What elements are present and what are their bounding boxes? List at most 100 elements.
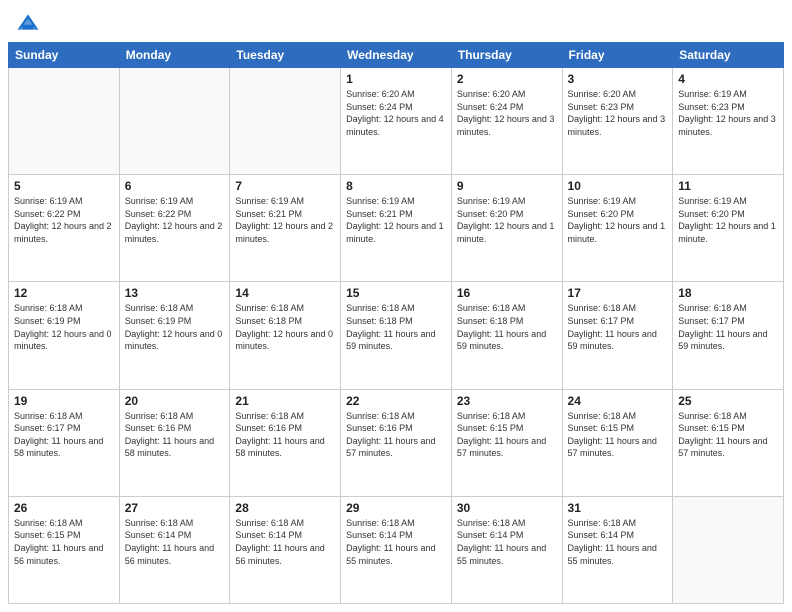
day-cell: 15 Sunrise: 6:18 AM Sunset: 6:18 PM Dayli…: [341, 282, 452, 389]
day-cell: 5 Sunrise: 6:19 AM Sunset: 6:22 PM Daylig…: [9, 175, 120, 282]
day-info: Sunrise: 6:19 AM Sunset: 6:21 PM Dayligh…: [235, 195, 335, 245]
day-info: Sunrise: 6:18 AM Sunset: 6:19 PM Dayligh…: [14, 302, 114, 352]
calendar: SundayMondayTuesdayWednesdayThursdayFrid…: [0, 42, 792, 612]
day-info: Sunrise: 6:18 AM Sunset: 6:15 PM Dayligh…: [457, 410, 557, 460]
day-cell: [119, 68, 230, 175]
day-cell: [230, 68, 341, 175]
day-info: Sunrise: 6:18 AM Sunset: 6:14 PM Dayligh…: [346, 517, 446, 567]
logo-icon: [16, 12, 40, 36]
week-row-0: 1 Sunrise: 6:20 AM Sunset: 6:24 PM Daylig…: [9, 68, 784, 175]
day-info: Sunrise: 6:19 AM Sunset: 6:21 PM Dayligh…: [346, 195, 446, 245]
day-number: 7: [235, 179, 335, 193]
day-number: 30: [457, 501, 557, 515]
day-info: Sunrise: 6:19 AM Sunset: 6:20 PM Dayligh…: [457, 195, 557, 245]
day-cell: 23 Sunrise: 6:18 AM Sunset: 6:15 PM Dayli…: [451, 389, 562, 496]
day-number: 31: [568, 501, 668, 515]
day-cell: 17Sunrise: 6:18 AM Sunset: 6:17 PM Dayli…: [562, 282, 673, 389]
day-number: 10: [568, 179, 668, 193]
day-number: 20: [125, 394, 225, 408]
day-cell: 7 Sunrise: 6:19 AM Sunset: 6:21 PM Daylig…: [230, 175, 341, 282]
day-number: 17: [568, 286, 668, 300]
day-info: Sunrise: 6:18 AM Sunset: 6:17 PM Dayligh…: [678, 302, 778, 352]
weekday-friday: Friday: [562, 43, 673, 68]
calendar-body: 1 Sunrise: 6:20 AM Sunset: 6:24 PM Daylig…: [9, 68, 784, 604]
day-number: 3: [568, 72, 668, 86]
day-cell: 10 Sunrise: 6:19 AM Sunset: 6:20 PM Dayli…: [562, 175, 673, 282]
day-info: Sunrise: 6:18 AM Sunset: 6:15 PM Dayligh…: [568, 410, 668, 460]
day-number: 24: [568, 394, 668, 408]
day-number: 22: [346, 394, 446, 408]
logo: [16, 12, 44, 36]
header: [0, 0, 792, 42]
week-row-3: 19Sunrise: 6:18 AM Sunset: 6:17 PM Dayli…: [9, 389, 784, 496]
day-cell: 9 Sunrise: 6:19 AM Sunset: 6:20 PM Daylig…: [451, 175, 562, 282]
day-number: 15: [346, 286, 446, 300]
day-info: Sunrise: 6:19 AM Sunset: 6:22 PM Dayligh…: [125, 195, 225, 245]
day-info: Sunrise: 6:20 AM Sunset: 6:23 PM Dayligh…: [568, 88, 668, 138]
weekday-wednesday: Wednesday: [341, 43, 452, 68]
day-cell: 13 Sunrise: 6:18 AM Sunset: 6:19 PM Dayli…: [119, 282, 230, 389]
day-cell: 26 Sunrise: 6:18 AM Sunset: 6:15 PM Dayli…: [9, 496, 120, 603]
day-info: Sunrise: 6:18 AM Sunset: 6:15 PM Dayligh…: [14, 517, 114, 567]
day-cell: 30 Sunrise: 6:18 AM Sunset: 6:14 PM Dayli…: [451, 496, 562, 603]
day-cell: 1 Sunrise: 6:20 AM Sunset: 6:24 PM Daylig…: [341, 68, 452, 175]
weekday-sunday: Sunday: [9, 43, 120, 68]
day-cell: 4 Sunrise: 6:19 AM Sunset: 6:23 PM Daylig…: [673, 68, 784, 175]
day-cell: 28 Sunrise: 6:18 AM Sunset: 6:14 PM Dayli…: [230, 496, 341, 603]
week-row-1: 5 Sunrise: 6:19 AM Sunset: 6:22 PM Daylig…: [9, 175, 784, 282]
day-info: Sunrise: 6:19 AM Sunset: 6:20 PM Dayligh…: [678, 195, 778, 245]
weekday-header-row: SundayMondayTuesdayWednesdayThursdayFrid…: [9, 43, 784, 68]
day-info: Sunrise: 6:18 AM Sunset: 6:16 PM Dayligh…: [346, 410, 446, 460]
day-number: 5: [14, 179, 114, 193]
day-info: Sunrise: 6:19 AM Sunset: 6:23 PM Dayligh…: [678, 88, 778, 138]
day-number: 14: [235, 286, 335, 300]
page: SundayMondayTuesdayWednesdayThursdayFrid…: [0, 0, 792, 612]
day-number: 9: [457, 179, 557, 193]
day-info: Sunrise: 6:20 AM Sunset: 6:24 PM Dayligh…: [346, 88, 446, 138]
day-info: Sunrise: 6:18 AM Sunset: 6:14 PM Dayligh…: [125, 517, 225, 567]
day-number: 13: [125, 286, 225, 300]
day-info: Sunrise: 6:18 AM Sunset: 6:14 PM Dayligh…: [568, 517, 668, 567]
weekday-saturday: Saturday: [673, 43, 784, 68]
day-cell: 18 Sunrise: 6:18 AM Sunset: 6:17 PM Dayli…: [673, 282, 784, 389]
day-info: Sunrise: 6:18 AM Sunset: 6:16 PM Dayligh…: [235, 410, 335, 460]
week-row-4: 26 Sunrise: 6:18 AM Sunset: 6:15 PM Dayli…: [9, 496, 784, 603]
day-number: 21: [235, 394, 335, 408]
day-number: 4: [678, 72, 778, 86]
day-cell: 16Sunrise: 6:18 AM Sunset: 6:18 PM Dayli…: [451, 282, 562, 389]
day-cell: 6 Sunrise: 6:19 AM Sunset: 6:22 PM Daylig…: [119, 175, 230, 282]
calendar-header: SundayMondayTuesdayWednesdayThursdayFrid…: [9, 43, 784, 68]
day-info: Sunrise: 6:20 AM Sunset: 6:24 PM Dayligh…: [457, 88, 557, 138]
day-number: 11: [678, 179, 778, 193]
day-info: Sunrise: 6:18 AM Sunset: 6:18 PM Dayligh…: [457, 302, 557, 352]
day-number: 26: [14, 501, 114, 515]
day-number: 19: [14, 394, 114, 408]
day-info: Sunrise: 6:19 AM Sunset: 6:20 PM Dayligh…: [568, 195, 668, 245]
day-cell: 22 Sunrise: 6:18 AM Sunset: 6:16 PM Dayli…: [341, 389, 452, 496]
day-info: Sunrise: 6:18 AM Sunset: 6:18 PM Dayligh…: [346, 302, 446, 352]
day-info: Sunrise: 6:18 AM Sunset: 6:16 PM Dayligh…: [125, 410, 225, 460]
day-number: 2: [457, 72, 557, 86]
day-number: 27: [125, 501, 225, 515]
day-info: Sunrise: 6:18 AM Sunset: 6:14 PM Dayligh…: [235, 517, 335, 567]
day-cell: 27 Sunrise: 6:18 AM Sunset: 6:14 PM Dayli…: [119, 496, 230, 603]
day-cell: 31 Sunrise: 6:18 AM Sunset: 6:14 PM Dayli…: [562, 496, 673, 603]
day-info: Sunrise: 6:18 AM Sunset: 6:18 PM Dayligh…: [235, 302, 335, 352]
day-cell: 25Sunrise: 6:18 AM Sunset: 6:15 PM Dayli…: [673, 389, 784, 496]
day-info: Sunrise: 6:18 AM Sunset: 6:19 PM Dayligh…: [125, 302, 225, 352]
day-cell: 2 Sunrise: 6:20 AM Sunset: 6:24 PM Daylig…: [451, 68, 562, 175]
weekday-monday: Monday: [119, 43, 230, 68]
day-info: Sunrise: 6:19 AM Sunset: 6:22 PM Dayligh…: [14, 195, 114, 245]
day-info: Sunrise: 6:18 AM Sunset: 6:14 PM Dayligh…: [457, 517, 557, 567]
day-cell: 3 Sunrise: 6:20 AM Sunset: 6:23 PM Daylig…: [562, 68, 673, 175]
day-cell: [9, 68, 120, 175]
day-number: 18: [678, 286, 778, 300]
day-number: 1: [346, 72, 446, 86]
day-cell: 29Sunrise: 6:18 AM Sunset: 6:14 PM Dayli…: [341, 496, 452, 603]
day-cell: 11 Sunrise: 6:19 AM Sunset: 6:20 PM Dayli…: [673, 175, 784, 282]
day-number: 28: [235, 501, 335, 515]
day-cell: 12Sunrise: 6:18 AM Sunset: 6:19 PM Dayli…: [9, 282, 120, 389]
day-number: 6: [125, 179, 225, 193]
day-number: 23: [457, 394, 557, 408]
day-cell: 24 Sunrise: 6:18 AM Sunset: 6:15 PM Dayli…: [562, 389, 673, 496]
